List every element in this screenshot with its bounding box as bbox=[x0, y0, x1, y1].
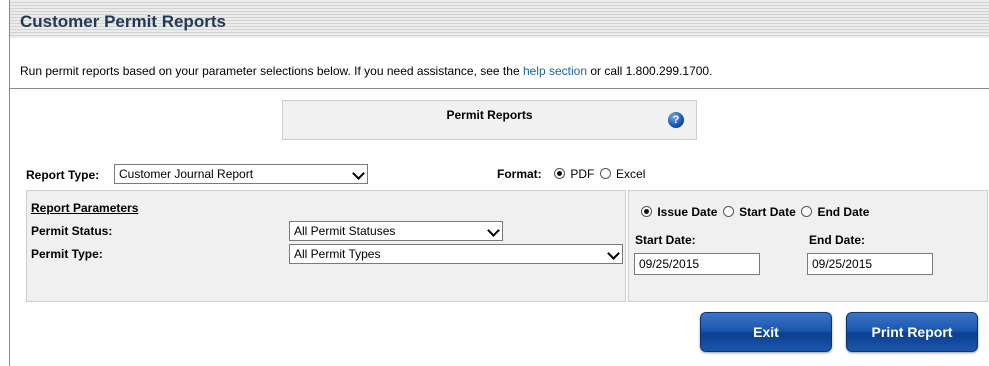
question-icon[interactable]: ? bbox=[668, 112, 684, 128]
permit-reports-header: Permit Reports ? bbox=[282, 100, 697, 140]
permit-status-label: Permit Status: bbox=[31, 224, 113, 238]
end-date-radio[interactable] bbox=[801, 206, 813, 217]
permit-type-value: All Permit Types bbox=[294, 247, 381, 261]
page-title: Customer Permit Reports bbox=[20, 12, 226, 31]
format-pdf-label: PDF bbox=[570, 167, 595, 181]
chevron-down-icon bbox=[487, 224, 500, 237]
permit-status-select[interactable]: All Permit Statuses bbox=[289, 221, 503, 241]
issue-date-label: Issue Date bbox=[657, 205, 718, 219]
permit-type-label: Permit Type: bbox=[31, 247, 103, 261]
report-parameters-panel: Report Parameters Permit Status: All Per… bbox=[26, 190, 626, 302]
end-date-label: End Date: bbox=[809, 233, 866, 247]
separator bbox=[10, 88, 989, 89]
start-date-input[interactable] bbox=[634, 253, 760, 275]
format-excel-radio[interactable] bbox=[599, 168, 611, 179]
permit-reports-heading: Permit Reports bbox=[446, 108, 533, 122]
title-bar: Customer Permit Reports bbox=[10, 0, 989, 38]
format-label: Format: bbox=[497, 167, 542, 181]
format-excel-label: Excel bbox=[616, 167, 646, 181]
start-date-option-label: Start Date bbox=[739, 205, 796, 219]
report-type-value: Customer Journal Report bbox=[119, 167, 254, 181]
report-type-label: Report Type: bbox=[26, 168, 100, 182]
intro-text-after: or call 1.800.299.1700. bbox=[587, 64, 713, 78]
report-type-select[interactable]: Customer Journal Report bbox=[114, 164, 368, 184]
start-date-radio[interactable] bbox=[722, 206, 734, 217]
issue-date-radio[interactable] bbox=[641, 206, 652, 217]
exit-button[interactable]: Exit bbox=[700, 312, 832, 352]
end-date-option-label: End Date bbox=[817, 205, 870, 219]
format-pdf-radio[interactable] bbox=[554, 168, 565, 179]
date-filter-panel: Issue Date Start Date End Date Start Dat… bbox=[628, 190, 988, 302]
chevron-down-icon bbox=[352, 167, 365, 180]
print-report-button[interactable]: Print Report bbox=[846, 312, 978, 352]
permit-status-value: All Permit Statuses bbox=[294, 224, 396, 238]
permit-type-select[interactable]: All Permit Types bbox=[289, 244, 623, 264]
date-type-radio-group: Issue Date Start Date End Date bbox=[641, 205, 871, 219]
report-parameters-heading: Report Parameters bbox=[31, 201, 139, 215]
frame-left-border bbox=[9, 0, 10, 366]
intro-text: Run permit reports based on your paramet… bbox=[20, 64, 712, 78]
chevron-down-icon bbox=[607, 247, 620, 260]
end-date-input[interactable] bbox=[807, 253, 933, 275]
start-date-label: Start Date: bbox=[635, 233, 696, 247]
intro-text-before: Run permit reports based on your paramet… bbox=[20, 64, 523, 78]
format-radio-group: PDF Excel bbox=[554, 167, 647, 181]
help-section-link[interactable]: help section bbox=[523, 64, 587, 78]
